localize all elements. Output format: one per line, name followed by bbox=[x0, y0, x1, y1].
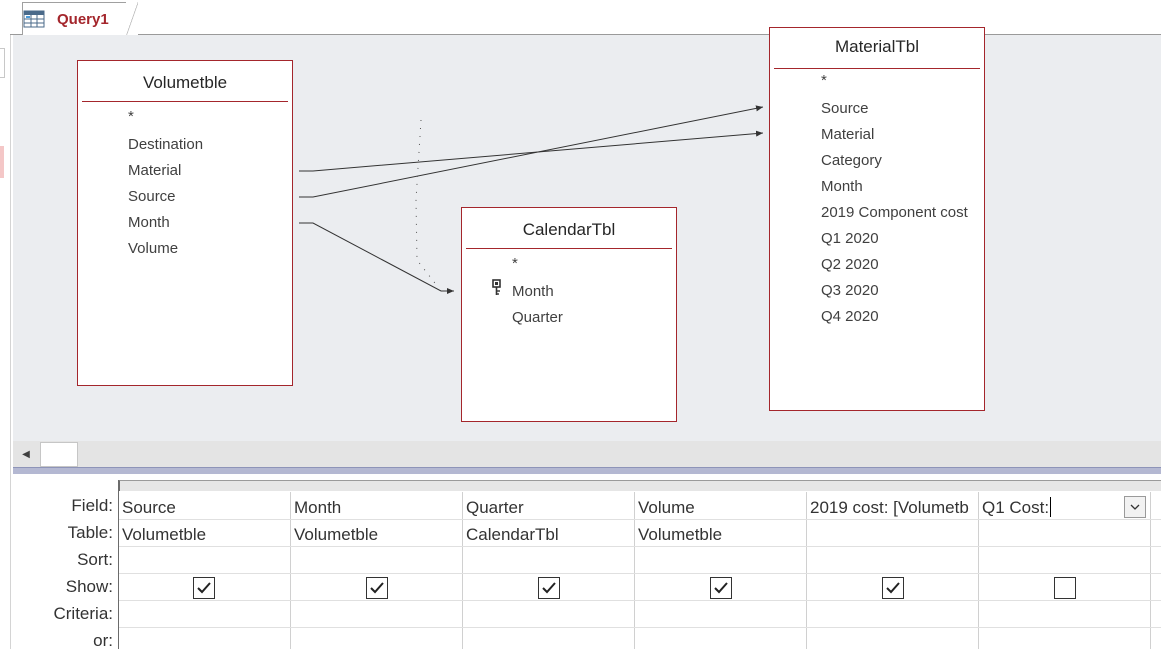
table-title: MaterialTbl bbox=[774, 28, 980, 69]
checkmark-icon bbox=[886, 582, 900, 594]
grid-row-line bbox=[119, 600, 1161, 601]
row-label-table: Table: bbox=[67, 523, 113, 542]
field-q2-2020[interactable]: Q2 2020 bbox=[821, 256, 879, 273]
checkmark-icon bbox=[542, 582, 556, 594]
grid-divider bbox=[978, 492, 979, 649]
join-line-material bbox=[299, 130, 764, 172]
show-checkbox[interactable] bbox=[882, 577, 904, 599]
grid-divider bbox=[634, 492, 635, 649]
field-cell-source[interactable]: Source bbox=[122, 498, 288, 518]
join-line-source bbox=[299, 105, 764, 198]
grid-divider bbox=[1150, 492, 1151, 649]
grid-divider bbox=[290, 492, 291, 649]
navigation-pane-edge bbox=[0, 0, 11, 649]
scrollbar-thumb[interactable] bbox=[40, 442, 78, 467]
table-title: Volumetble bbox=[82, 61, 288, 102]
field-all[interactable]: * bbox=[128, 108, 134, 125]
field-month[interactable]: Month bbox=[128, 214, 170, 231]
grid-row-line bbox=[119, 519, 1161, 520]
field-dropdown-button[interactable] bbox=[1124, 496, 1146, 518]
query-design-icon bbox=[23, 9, 47, 29]
field-month[interactable]: Month bbox=[512, 283, 554, 300]
text-cursor bbox=[1050, 497, 1051, 517]
grid-row-line bbox=[119, 573, 1161, 574]
show-checkbox[interactable] bbox=[710, 577, 732, 599]
document-tab-bar: Query1 bbox=[10, 0, 1161, 36]
grid-row-line bbox=[119, 627, 1161, 628]
checkmark-icon bbox=[197, 582, 211, 594]
row-label-field: Field: bbox=[71, 496, 113, 515]
checkmark-icon bbox=[714, 582, 728, 594]
field-cell-month[interactable]: Month bbox=[294, 498, 460, 518]
show-checkbox[interactable] bbox=[193, 577, 215, 599]
field-q3-2020[interactable]: Q3 2020 bbox=[821, 282, 879, 299]
pane-marker-highlight bbox=[0, 146, 4, 178]
table-calendartbl[interactable]: CalendarTbl * Month Quarter bbox=[461, 207, 677, 422]
query-design-canvas[interactable]: Volumetble * Destination Material Source… bbox=[13, 27, 1161, 441]
field-material[interactable]: Material bbox=[128, 162, 181, 179]
checkmark-icon bbox=[370, 582, 384, 594]
field-cell-quarter[interactable]: Quarter bbox=[466, 498, 632, 518]
dotted-guide-line bbox=[415, 119, 439, 288]
field-volume[interactable]: Volume bbox=[128, 240, 178, 257]
field-cell-2019-cost[interactable]: 2019 cost: [Volumetb bbox=[810, 498, 978, 518]
primary-key-icon bbox=[492, 279, 504, 302]
field-q4-2020[interactable]: Q4 2020 bbox=[821, 308, 879, 325]
query-grid: Field: Table: Sort: Show: Criteria: or: … bbox=[13, 474, 1161, 650]
table-volumetble[interactable]: Volumetble * Destination Material Source… bbox=[77, 60, 293, 386]
join-line-month bbox=[299, 222, 454, 294]
show-checkbox[interactable] bbox=[1054, 577, 1076, 599]
column-selector-bar[interactable] bbox=[119, 480, 1161, 491]
field-material[interactable]: Material bbox=[821, 126, 874, 143]
row-label-criteria: Criteria: bbox=[53, 604, 113, 623]
field-2019-component-cost[interactable]: 2019 Component cost bbox=[821, 204, 968, 221]
canvas-horizontal-scrollbar[interactable]: ◀ bbox=[13, 441, 1161, 467]
table-cell[interactable]: Volumetble bbox=[294, 525, 460, 545]
row-label-or: or: bbox=[93, 631, 113, 650]
field-quarter[interactable]: Quarter bbox=[512, 309, 563, 326]
field-q1-2020[interactable]: Q1 2020 bbox=[821, 230, 879, 247]
tab-query1[interactable]: Query1 bbox=[22, 2, 138, 36]
grid-row-line bbox=[119, 546, 1161, 547]
grid-divider bbox=[806, 492, 807, 649]
field-destination[interactable]: Destination bbox=[128, 136, 203, 153]
row-label-show: Show: bbox=[65, 577, 113, 596]
chevron-down-icon bbox=[1130, 504, 1140, 510]
scroll-left-icon[interactable]: ◀ bbox=[13, 441, 39, 467]
show-checkbox[interactable] bbox=[366, 577, 388, 599]
table-cell[interactable]: Volumetble bbox=[638, 525, 804, 545]
table-title: CalendarTbl bbox=[466, 208, 672, 249]
tab-label: Query1 bbox=[57, 10, 109, 28]
field-cell-q1-cost[interactable]: Q1 Cost: bbox=[982, 498, 1122, 518]
table-cell[interactable]: Volumetble bbox=[122, 525, 288, 545]
pane-marker bbox=[0, 48, 5, 78]
field-category[interactable]: Category bbox=[821, 152, 882, 169]
grid-left-border bbox=[118, 480, 119, 649]
field-month[interactable]: Month bbox=[821, 178, 863, 195]
show-checkbox[interactable] bbox=[538, 577, 560, 599]
table-cell[interactable]: CalendarTbl bbox=[466, 525, 632, 545]
field-source[interactable]: Source bbox=[821, 100, 869, 117]
field-all[interactable]: * bbox=[512, 255, 518, 272]
grid-divider bbox=[462, 492, 463, 649]
field-source[interactable]: Source bbox=[128, 188, 176, 205]
row-label-sort: Sort: bbox=[77, 550, 113, 569]
field-cell-volume[interactable]: Volume bbox=[638, 498, 804, 518]
table-materialtbl[interactable]: MaterialTbl * Source Material Category M… bbox=[769, 27, 985, 411]
field-all[interactable]: * bbox=[821, 72, 827, 89]
